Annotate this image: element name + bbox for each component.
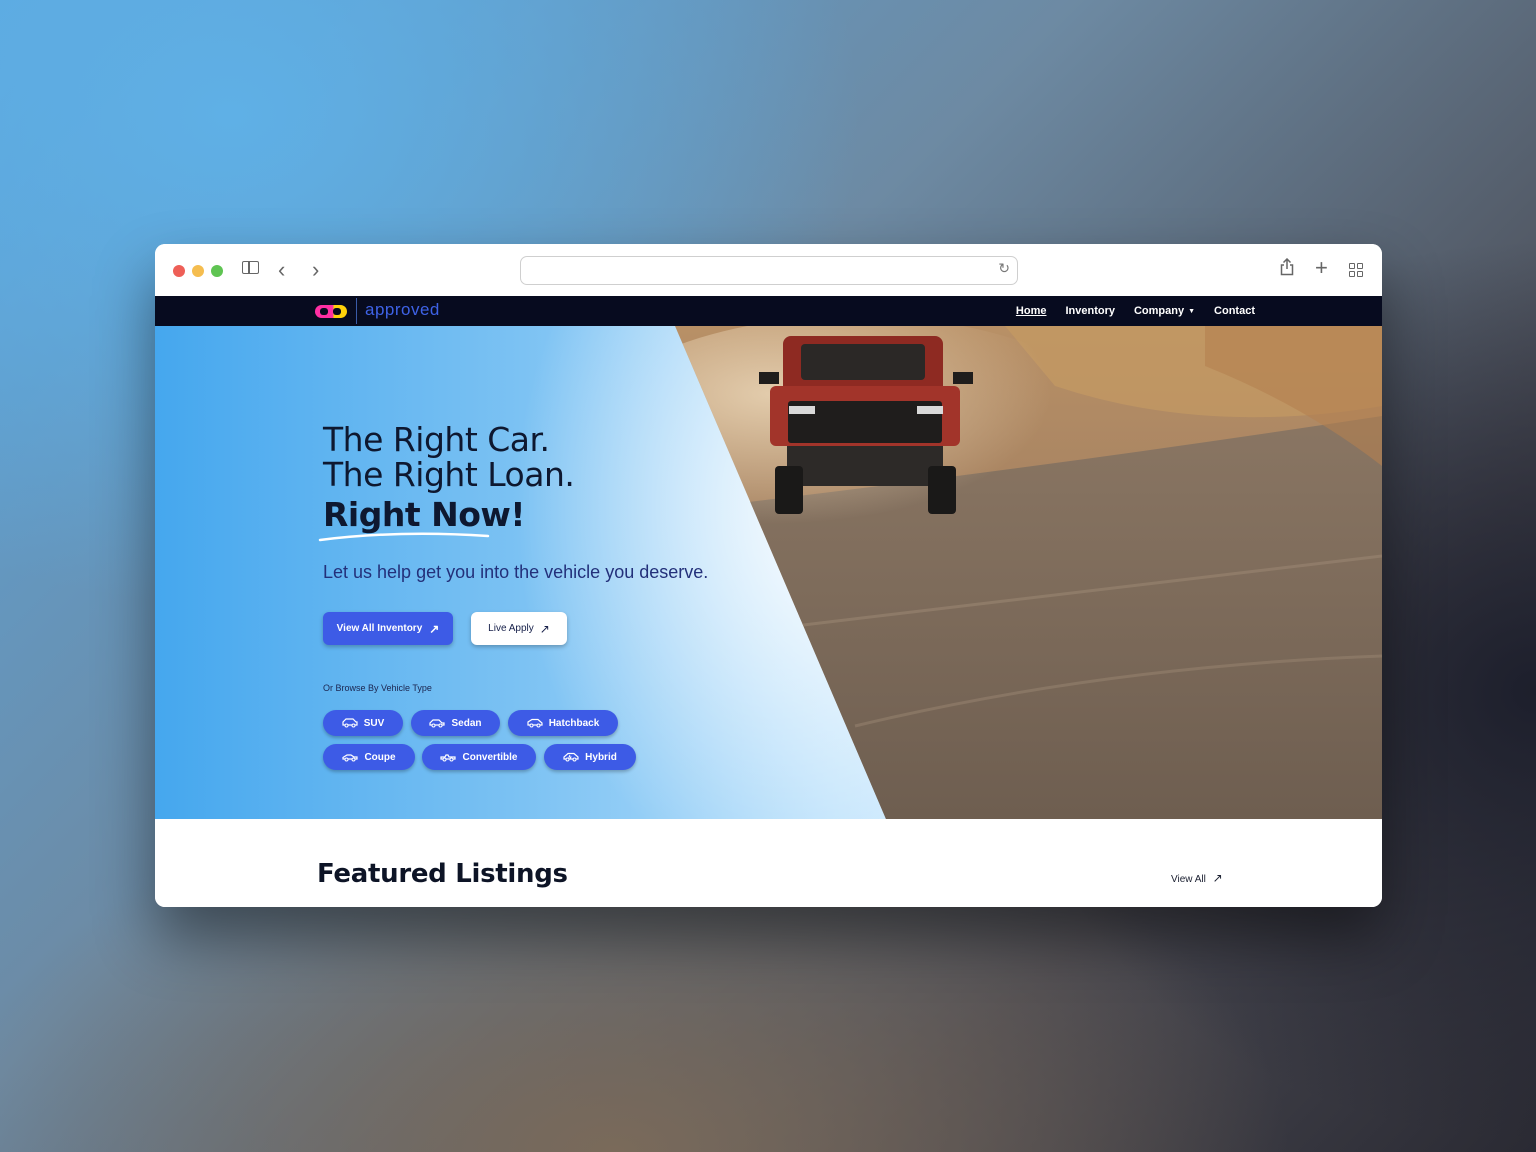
hero-heading-line2: The Right Loan. bbox=[323, 455, 575, 494]
live-apply-label: Live Apply bbox=[488, 623, 534, 634]
vehicle-type-hybrid-label: Hybrid bbox=[585, 751, 617, 763]
vehicle-type-sedan-label: Sedan bbox=[451, 717, 482, 729]
vehicle-type-coupe-label: Coupe bbox=[364, 751, 396, 763]
site-navbar: approved Home Inventory Company ▼ Contact bbox=[155, 296, 1382, 326]
vehicle-type-suv-label: SUV bbox=[363, 717, 385, 729]
view-all-inventory-label: View All Inventory bbox=[336, 623, 423, 634]
view-all-link[interactable]: View All ↗ bbox=[1171, 871, 1223, 885]
nav-link-company-label: Company bbox=[1133, 305, 1185, 317]
browser-toolbar: ‹ › ↻ + bbox=[155, 244, 1382, 296]
nav-link-company[interactable]: Company ▼ bbox=[1134, 305, 1195, 317]
minimize-window-button[interactable] bbox=[192, 265, 204, 277]
hatchback-icon bbox=[527, 718, 543, 728]
arrow-up-right-icon: ↗ bbox=[429, 621, 440, 636]
vehicle-type-convertible[interactable]: Convertible bbox=[422, 744, 536, 770]
coupe-icon bbox=[342, 754, 359, 762]
vehicle-type-sedan[interactable]: Sedan bbox=[411, 710, 500, 736]
browser-window: ‹ › ↻ + approved Home Inventory Company ▼… bbox=[155, 244, 1382, 907]
view-all-inventory-button[interactable]: View All Inventory ↗ bbox=[323, 612, 453, 645]
underline-swash bbox=[318, 532, 490, 542]
nav-link-inventory[interactable]: Inventory bbox=[1065, 305, 1115, 317]
browse-by-type-label: Or Browse By Vehicle Type bbox=[323, 683, 432, 693]
logo-text[interactable]: approved bbox=[365, 300, 440, 320]
live-apply-button[interactable]: Live Apply ↗ bbox=[471, 612, 567, 645]
vehicle-type-hybrid[interactable]: Hybrid bbox=[544, 744, 636, 770]
hero-heading: The Right Car. The Right Loan. bbox=[323, 420, 575, 494]
sedan-icon bbox=[429, 719, 446, 728]
view-all-label: View All bbox=[1171, 874, 1206, 885]
zoom-window-button[interactable] bbox=[211, 265, 223, 277]
address-bar[interactable]: ↻ bbox=[520, 256, 1018, 285]
nav-link-home[interactable]: Home bbox=[1016, 305, 1047, 317]
arrow-up-right-icon: ↗ bbox=[1212, 871, 1223, 885]
back-icon[interactable]: ‹ bbox=[278, 258, 285, 282]
tab-overview-icon[interactable] bbox=[1349, 263, 1363, 277]
logo-divider bbox=[356, 298, 357, 324]
vehicle-type-coupe[interactable]: Coupe bbox=[323, 744, 415, 770]
featured-listings-section: Featured Listings View All ↗ bbox=[155, 819, 1382, 907]
vehicle-type-convertible-label: Convertible bbox=[462, 751, 518, 763]
vehicle-type-hatchback-label: Hatchback bbox=[548, 717, 600, 729]
featured-listings-title: Featured Listings bbox=[317, 859, 568, 889]
vehicle-type-hatchback[interactable]: Hatchback bbox=[508, 710, 618, 736]
forward-icon[interactable]: › bbox=[312, 258, 319, 282]
new-tab-icon[interactable]: + bbox=[1315, 256, 1328, 280]
arrow-up-right-icon: ↗ bbox=[539, 621, 550, 636]
hero-subtitle: Let us help get you into the vehicle you… bbox=[323, 562, 709, 582]
share-icon[interactable] bbox=[1280, 257, 1294, 282]
suv-icon bbox=[342, 718, 358, 728]
nav-links: Home Inventory Company ▼ Contact bbox=[1016, 296, 1255, 326]
chevron-down-icon: ▼ bbox=[1188, 308, 1196, 315]
logo-icon[interactable] bbox=[314, 304, 348, 319]
sidebar-icon[interactable] bbox=[242, 261, 259, 274]
convertible-icon bbox=[440, 754, 457, 762]
vehicle-type-suv[interactable]: SUV bbox=[323, 710, 403, 736]
nav-link-contact[interactable]: Contact bbox=[1214, 305, 1255, 317]
reload-icon[interactable]: ↻ bbox=[998, 260, 1010, 277]
hero-heading-line1: The Right Car. bbox=[323, 420, 550, 459]
close-window-button[interactable] bbox=[173, 265, 185, 277]
hybrid-icon bbox=[563, 752, 579, 762]
hero-section: The Right Car. The Right Loan. Right Now… bbox=[155, 326, 1382, 819]
